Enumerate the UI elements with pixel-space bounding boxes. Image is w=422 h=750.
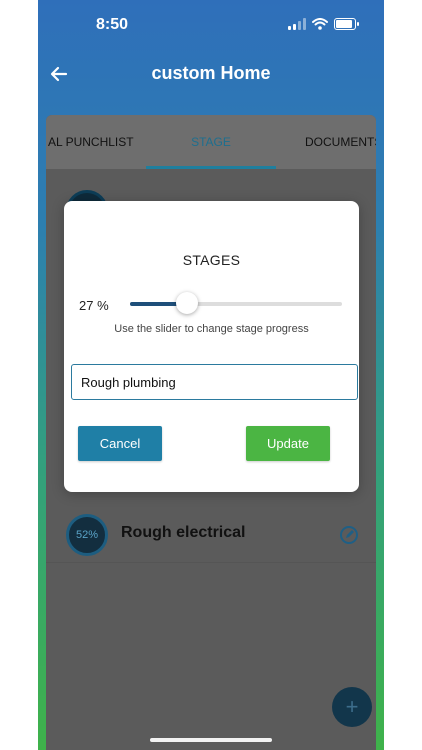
- battery-icon: [334, 18, 359, 30]
- plus-icon: +: [345, 694, 359, 719]
- stage-name-input[interactable]: [71, 364, 358, 400]
- status-icons: [288, 18, 359, 30]
- tab-stage[interactable]: STAGE: [146, 115, 276, 169]
- stages-dialog: STAGES 27 % Use the slider to change sta…: [64, 201, 359, 492]
- wifi-icon: [312, 18, 328, 30]
- tab-punchlist[interactable]: AL PUNCHLIST: [48, 115, 134, 169]
- home-indicator: [150, 738, 272, 742]
- cancel-button[interactable]: Cancel: [78, 426, 162, 461]
- tab-documents[interactable]: DOCUMENTS: [305, 115, 376, 169]
- stage-progress-circle: 52%: [66, 514, 108, 556]
- stage-row[interactable]: 52% Rough electrical: [46, 510, 376, 563]
- stage-name: Rough electrical: [121, 524, 246, 541]
- slider-hint: Use the slider to change stage progress: [114, 323, 309, 335]
- update-button[interactable]: Update: [246, 426, 330, 461]
- active-tab-indicator: [146, 166, 276, 169]
- dialog-title: STAGES: [182, 252, 241, 268]
- signal-icon: [288, 18, 306, 30]
- slider-thumb[interactable]: [176, 292, 199, 314]
- page-title: custom Home: [151, 63, 271, 83]
- progress-slider[interactable]: [130, 292, 342, 314]
- status-time: 8:50: [95, 16, 129, 33]
- edit-icon[interactable]: [339, 525, 359, 545]
- tab-bar: AL PUNCHLIST STAGE DOCUMENTS: [46, 115, 376, 169]
- progress-value: 27 %: [79, 298, 109, 313]
- add-stage-button[interactable]: +: [332, 687, 372, 727]
